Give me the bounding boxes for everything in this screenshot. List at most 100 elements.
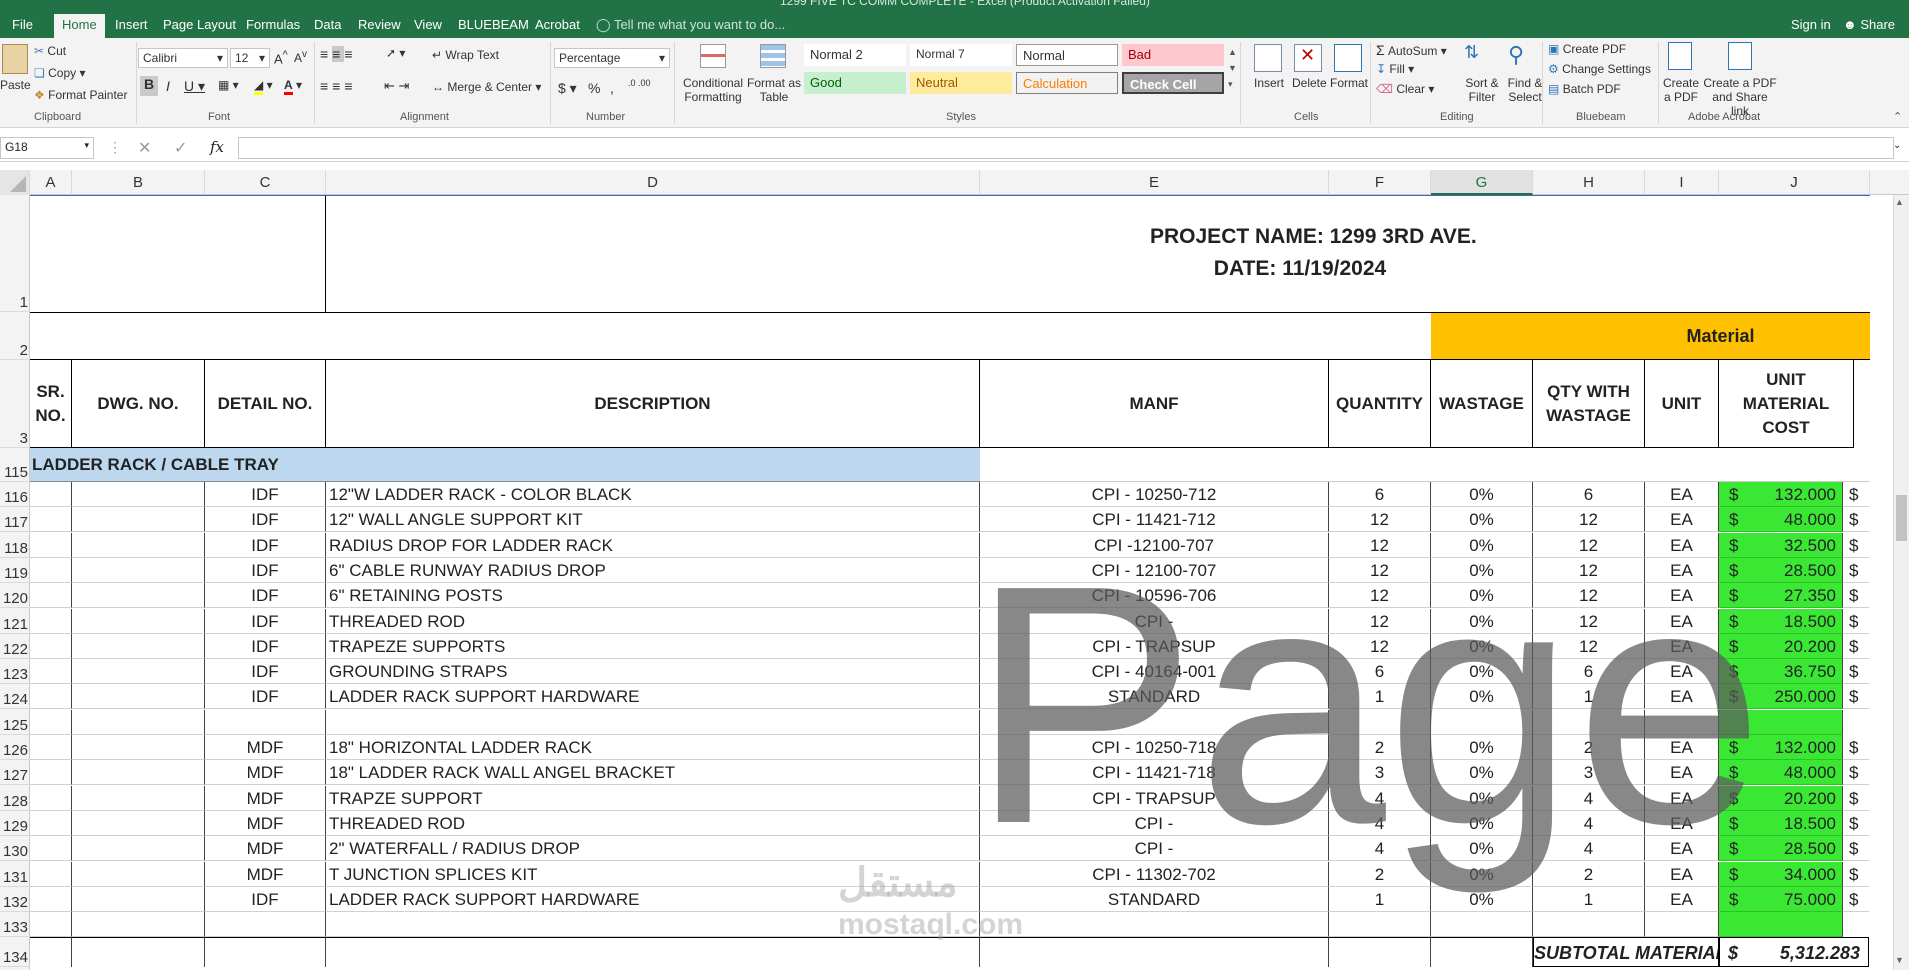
indent-buttons[interactable]: ⇤ ⇥ bbox=[384, 78, 409, 94]
style-check-cell[interactable]: Check Cell bbox=[1122, 72, 1224, 94]
table-cell-blank[interactable] bbox=[72, 583, 205, 608]
subtotal-value-cell[interactable]: $5,312.283 bbox=[1719, 937, 1869, 967]
table-cell-waste[interactable]: 0% bbox=[1431, 684, 1533, 709]
row-header[interactable]: 132 bbox=[0, 887, 30, 912]
acrobat-create-pdf-button[interactable]: Create a PDF bbox=[1660, 76, 1702, 104]
material-header[interactable]: Material bbox=[1431, 312, 1870, 360]
table-cell-blank[interactable] bbox=[72, 609, 205, 634]
subtotal-blank[interactable] bbox=[326, 937, 980, 967]
table-cell-blank[interactable] bbox=[30, 659, 72, 684]
row-header[interactable]: 1 bbox=[0, 195, 30, 312]
tab-review[interactable]: Review bbox=[358, 17, 401, 38]
table-cell-detail[interactable]: IDF bbox=[205, 609, 326, 634]
batch-pdf-button[interactable]: ▤ Batch PDF bbox=[1548, 82, 1621, 96]
table-cell-desc[interactable]: THREADED ROD bbox=[326, 609, 980, 634]
row-header[interactable]: 128 bbox=[0, 786, 30, 811]
column-title-detail[interactable]: DETAIL NO. bbox=[205, 360, 326, 448]
table-cell-manf[interactable]: CPI - 12100-707 bbox=[980, 558, 1329, 583]
table-cell-waste[interactable] bbox=[1431, 912, 1533, 937]
subtotal-blank[interactable] bbox=[1431, 937, 1533, 967]
bold-button[interactable]: B bbox=[140, 76, 158, 96]
merge-center-button[interactable]: ↔ Merge & Center ▾ bbox=[432, 80, 541, 94]
subtotal-blank[interactable] bbox=[1329, 937, 1431, 967]
table-cell-qty[interactable] bbox=[1329, 912, 1431, 937]
table-cell-unit[interactable]: EA bbox=[1645, 558, 1719, 583]
column-title-qty[interactable]: QUANTITY bbox=[1329, 360, 1431, 448]
table-cell-qtyw[interactable]: 6 bbox=[1533, 482, 1645, 507]
table-cell-blank[interactable] bbox=[30, 862, 72, 887]
table-cell-desc[interactable]: LADDER RACK SUPPORT HARDWARE bbox=[326, 684, 980, 709]
style-neutral[interactable]: Neutral bbox=[910, 72, 1012, 94]
section-title[interactable]: LADDER RACK / CABLE TRAY bbox=[30, 448, 980, 482]
table-cell-blank[interactable] bbox=[72, 482, 205, 507]
table-cell-blank[interactable] bbox=[72, 507, 205, 532]
row-header[interactable]: 3 bbox=[0, 360, 30, 448]
percent-button[interactable]: % bbox=[588, 80, 600, 96]
table-cell-blank[interactable] bbox=[30, 887, 72, 912]
table-cell-qtyw[interactable]: 12 bbox=[1533, 609, 1645, 634]
row-header[interactable]: 133 bbox=[0, 912, 30, 937]
table-cell-qtyw[interactable]: 12 bbox=[1533, 507, 1645, 532]
table-cell-blank[interactable] bbox=[72, 811, 205, 836]
row-header[interactable]: 122 bbox=[0, 634, 30, 659]
currency-button[interactable]: $ ▾ bbox=[558, 80, 577, 97]
table-cell-waste[interactable]: 0% bbox=[1431, 507, 1533, 532]
table-cell-qtyw[interactable]: 4 bbox=[1533, 811, 1645, 836]
row-header[interactable]: 118 bbox=[0, 533, 30, 558]
table-cell-manf[interactable]: CPI - 10250-712 bbox=[980, 482, 1329, 507]
table-cell-blank[interactable] bbox=[30, 912, 72, 937]
table-cell-unit[interactable]: EA bbox=[1645, 583, 1719, 608]
conditional-formatting-button[interactable]: Conditional Formatting bbox=[680, 76, 746, 104]
tab-file[interactable]: File bbox=[12, 17, 33, 38]
table-cell-waste[interactable]: 0% bbox=[1431, 760, 1533, 785]
table-cell-manf[interactable]: CPI - 40164-001 bbox=[980, 659, 1329, 684]
table-cell-detail[interactable]: MDF bbox=[205, 786, 326, 811]
table-cell-blank[interactable] bbox=[72, 710, 205, 735]
table-cell-qtyw[interactable]: 6 bbox=[1533, 659, 1645, 684]
style-good[interactable]: Good bbox=[804, 72, 906, 94]
style-normal-2[interactable]: Normal 2 bbox=[804, 44, 906, 66]
table-cell-qtyw[interactable] bbox=[1533, 710, 1645, 735]
table-cell-unit[interactable] bbox=[1645, 710, 1719, 735]
table-cell-blank[interactable] bbox=[30, 684, 72, 709]
table-cell-detail[interactable] bbox=[205, 710, 326, 735]
row-header[interactable]: 115 bbox=[0, 448, 30, 482]
table-cell-detail[interactable]: IDF bbox=[205, 507, 326, 532]
column-header-h[interactable]: H bbox=[1533, 170, 1645, 195]
unit-cost-cell[interactable]: $34.000 bbox=[1719, 862, 1843, 887]
row-header[interactable]: 129 bbox=[0, 811, 30, 836]
table-cell-desc[interactable]: 18" HORIZONTAL LADDER RACK bbox=[326, 735, 980, 760]
table-cell-blank[interactable] bbox=[30, 634, 72, 659]
scroll-down-icon[interactable]: ▼ bbox=[1895, 955, 1904, 965]
collapse-ribbon-icon[interactable]: ⌃ bbox=[1893, 110, 1902, 123]
wrap-text-button[interactable]: ↵ Wrap Text bbox=[432, 48, 499, 62]
table-cell-blank[interactable] bbox=[30, 482, 72, 507]
subtotal-blank[interactable] bbox=[205, 937, 326, 967]
table-cell-qty[interactable]: 2 bbox=[1329, 735, 1431, 760]
table-cell-unit[interactable]: EA bbox=[1645, 507, 1719, 532]
table-cell-qty[interactable]: 12 bbox=[1329, 533, 1431, 558]
column-header-b[interactable]: B bbox=[72, 170, 205, 195]
table-cell-waste[interactable]: 0% bbox=[1431, 558, 1533, 583]
table-cell-manf[interactable] bbox=[980, 710, 1329, 735]
unit-cost-cell[interactable]: $28.500 bbox=[1719, 836, 1843, 861]
subtotal-blank[interactable] bbox=[980, 937, 1329, 967]
table-cell-detail[interactable]: MDF bbox=[205, 862, 326, 887]
table-cell-waste[interactable]: 0% bbox=[1431, 609, 1533, 634]
table-cell-detail[interactable]: IDF bbox=[205, 558, 326, 583]
unit-cost-cell[interactable]: $20.200 bbox=[1719, 786, 1843, 811]
tab-bluebeam[interactable]: BLUEBEAM bbox=[458, 17, 529, 38]
table-cell-qty[interactable]: 6 bbox=[1329, 482, 1431, 507]
unit-cost-cell[interactable] bbox=[1719, 912, 1843, 937]
table-cell-unit[interactable]: EA bbox=[1645, 887, 1719, 912]
autosum-button[interactable]: Σ AutoSum ▾ bbox=[1376, 42, 1447, 58]
table-cell-blank[interactable] bbox=[72, 659, 205, 684]
unit-cost-cell[interactable]: $18.500 bbox=[1719, 609, 1843, 634]
row-header[interactable]: 116 bbox=[0, 482, 30, 507]
table-cell-qty[interactable]: 12 bbox=[1329, 609, 1431, 634]
table-cell-manf[interactable]: CPI - bbox=[980, 811, 1329, 836]
format-painter-button[interactable]: ❖ Format Painter bbox=[34, 88, 127, 102]
table-cell-unit[interactable]: EA bbox=[1645, 862, 1719, 887]
table-cell-desc[interactable]: 2" WATERFALL / RADIUS DROP bbox=[326, 836, 980, 861]
table-cell-detail[interactable]: IDF bbox=[205, 684, 326, 709]
